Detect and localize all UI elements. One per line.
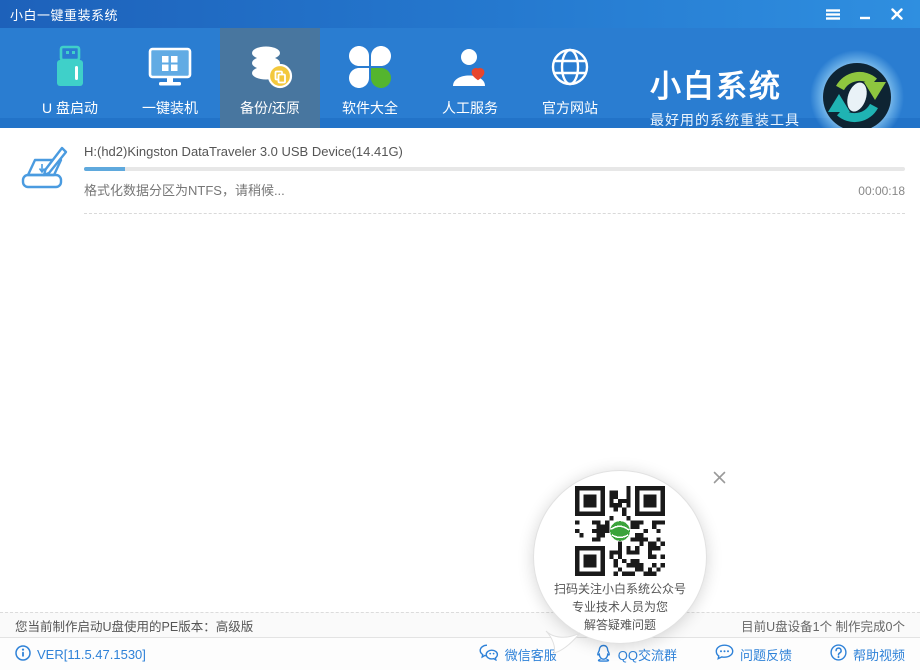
task-status-text: 格式化数据分区为NTFS，请稍候... [84, 180, 285, 199]
person-heart-icon [445, 42, 495, 92]
monitor-windows-icon [145, 42, 195, 92]
wechat-icon [479, 644, 499, 664]
pe-version-text: 您当前制作启动U盘使用的PE版本：高级版 [15, 616, 253, 635]
progress-fill [84, 167, 125, 171]
help-video-link[interactable]: 帮助视频 [830, 644, 905, 664]
window-title: 小白一键重装系统 [10, 5, 118, 24]
feedback-link[interactable]: 问题反馈 [715, 644, 792, 664]
footer-link-label: QQ交流群 [618, 645, 677, 664]
nav-item-one-click-install[interactable]: 一键装机 [120, 28, 220, 128]
version-label: VER[11.5.47.1530] [37, 647, 146, 662]
version-info[interactable]: VER[11.5.47.1530] [15, 645, 146, 664]
brand-name: 小白系统 [650, 69, 800, 105]
close-icon[interactable] [884, 3, 910, 25]
nav-item-usb-boot[interactable]: U 盘启动 [20, 28, 120, 128]
qr-caption-line: 专业技术人员为您 [534, 598, 706, 616]
help-question-icon [830, 644, 847, 664]
popup-close-icon[interactable] [710, 468, 728, 486]
nav-item-support[interactable]: 人工服务 [420, 28, 520, 128]
nav-label: 备份/还原 [240, 98, 300, 118]
footer-bar: VER[11.5.47.1530] 微信客服 [0, 637, 920, 670]
feedback-bubble-icon [715, 644, 734, 664]
nav-label: 软件大全 [342, 98, 398, 118]
qr-popup-bubble: 扫码关注小白系统公众号 专业技术人员为您 解答疑难问题 [533, 470, 707, 644]
usb-device-title: H:(hd2)Kingston DataTraveler 3.0 USB Dev… [84, 144, 905, 159]
nav-label: 人工服务 [442, 98, 498, 118]
info-icon [15, 645, 31, 664]
popup-tail [540, 629, 584, 655]
window-controls [820, 3, 910, 25]
qq-icon [595, 644, 612, 665]
globe-icon [545, 42, 595, 92]
qr-caption-line: 扫码关注小白系统公众号 [534, 580, 706, 598]
nav-label: 官方网站 [542, 98, 598, 118]
nav-item-backup-restore[interactable]: 备份/还原 [220, 28, 320, 128]
minimize-icon[interactable] [852, 3, 878, 25]
nav-item-website[interactable]: 官方网站 [520, 28, 620, 128]
app-window: 小白一键重装系统 U 盘启动 [0, 0, 920, 670]
usb-drive-icon [45, 42, 95, 92]
apps-clover-icon [345, 42, 395, 92]
hamburger-menu-icon[interactable] [820, 3, 846, 25]
disk-write-icon [18, 144, 68, 214]
usb-task-section: H:(hd2)Kingston DataTraveler 3.0 USB Dev… [0, 128, 920, 214]
qq-group-link[interactable]: QQ交流群 [595, 644, 677, 665]
status-bar: 您当前制作启动U盘使用的PE版本：高级版 目前U盘设备1个 制作完成0个 [0, 612, 920, 637]
database-backup-icon [245, 42, 295, 92]
progress-bar [84, 167, 905, 171]
main-nav: U 盘启动 一键装机 [0, 28, 920, 128]
usb-count-text: 目前U盘设备1个 制作完成0个 [741, 616, 905, 635]
qr-popup: 扫码关注小白系统公众号 专业技术人员为您 解答疑难问题 [533, 470, 707, 644]
nav-label: U 盘启动 [42, 98, 98, 118]
task-body: H:(hd2)Kingston DataTraveler 3.0 USB Dev… [84, 144, 905, 214]
footer-link-label: 帮助视频 [853, 645, 905, 664]
titlebar: 小白一键重装系统 [0, 0, 920, 28]
footer-link-label: 问题反馈 [740, 645, 792, 664]
nav-item-software[interactable]: 软件大全 [320, 28, 420, 128]
main-content: H:(hd2)Kingston DataTraveler 3.0 USB Dev… [0, 128, 920, 612]
elapsed-timer: 00:00:18 [858, 184, 905, 198]
qr-code [575, 486, 665, 576]
nav-label: 一键装机 [142, 98, 198, 118]
